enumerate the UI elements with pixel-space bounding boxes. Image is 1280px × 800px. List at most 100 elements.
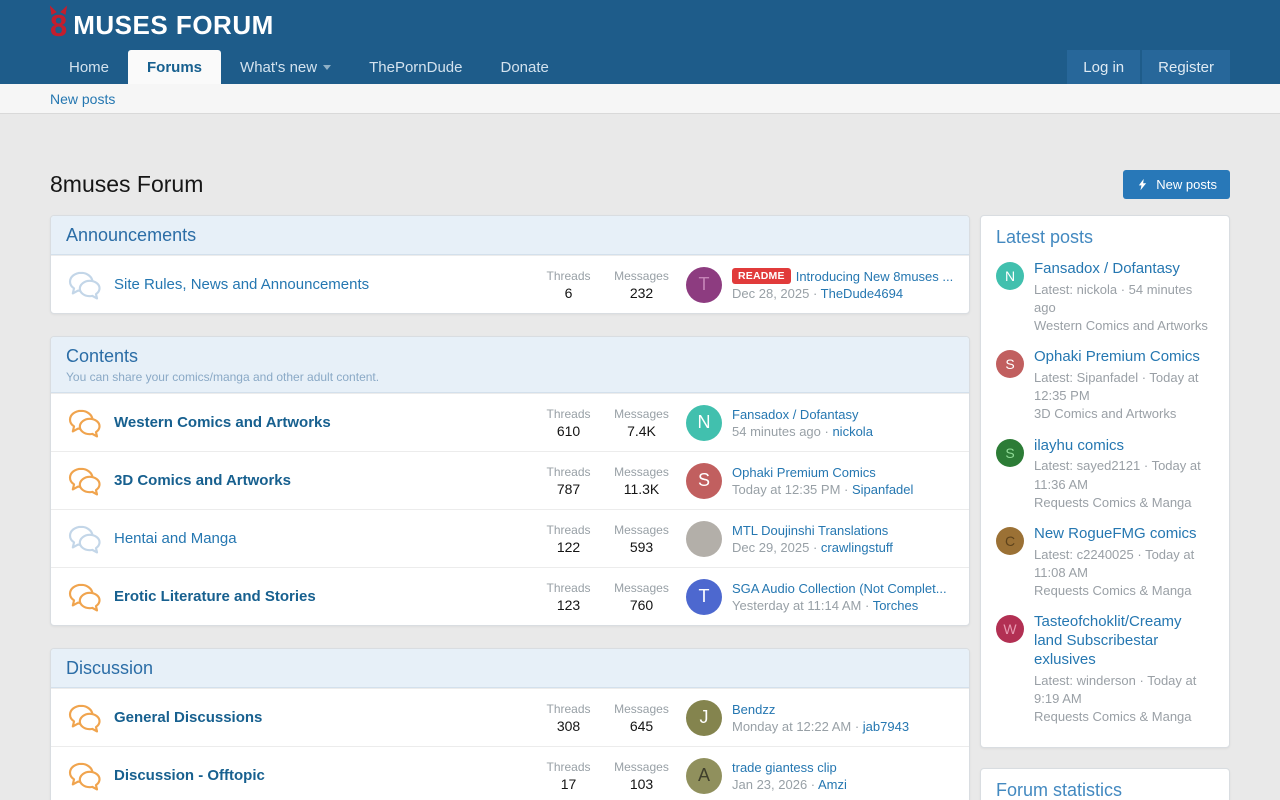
threads-label: Threads [532,269,605,283]
latest-thread-link[interactable]: SGA Audio Collection (Not Complet... [732,581,947,596]
latest-post-link[interactable]: Ophaki Premium Comics [1034,348,1214,367]
avatar[interactable]: S [996,439,1024,467]
latest-thread-link[interactable]: Ophaki Premium Comics [732,465,876,480]
forum-link[interactable]: 3D Comics and Artworks [114,472,291,489]
threads-count: 787 [532,481,605,497]
forum-statistics-title: Forum statistics [996,780,1214,800]
chat-bubbles-icon [66,408,106,438]
subnav-new-posts[interactable]: New posts [50,91,115,107]
forum-link[interactable]: General Discussions [114,709,262,726]
latest-post-link[interactable]: Tasteofchoklit/Creamy land Subscribestar… [1034,613,1214,669]
latest-post-meta: Latest: nickola · 54 minutes ago [1034,281,1214,317]
chat-bubbles-icon [66,524,106,554]
threads-label: Threads [532,523,605,537]
avatar[interactable]: J [686,700,722,736]
threads-count: 17 [532,776,605,792]
nav-whats-new-label: What's new [240,59,317,76]
forum-row: Hentai and Manga Threads122 Messages593 … [51,509,969,567]
latest-post-link[interactable]: Fansadox / Dofantasy [1034,260,1214,279]
messages-count: 7.4K [605,423,678,439]
messages-count: 760 [605,597,678,613]
latest-user-link[interactable]: crawlingstuff [821,540,893,555]
register-button[interactable]: Register [1142,50,1230,84]
chat-bubbles-icon [66,761,106,791]
nav-theporndude[interactable]: ThePornDude [350,50,481,84]
avatar[interactable]: T [686,267,722,303]
forum-row: Site Rules, News and Announcements Threa… [51,255,969,313]
logo-text: MUSES FORUM [73,10,274,41]
page-title: 8muses Forum [50,171,203,198]
latest-user-link[interactable]: Torches [873,598,919,613]
threads-count: 6 [532,285,605,301]
nav-whats-new[interactable]: What's new [221,50,350,84]
latest-thread-link[interactable]: Introducing New 8muses ... [796,269,954,284]
avatar[interactable]: T [686,579,722,615]
messages-label: Messages [605,523,678,537]
avatar[interactable]: N [686,405,722,441]
latest-post-meta: Latest: c2240025 · Today at 11:08 AM [1034,546,1214,582]
latest-post-item: S Ophaki Premium Comics Latest: Sipanfad… [996,348,1214,423]
latest-post-forum: Requests Comics & Manga [1034,494,1214,512]
avatar[interactable]: S [686,463,722,499]
avatar[interactable]: W [996,615,1024,643]
threads-label: Threads [532,760,605,774]
latest-posts-title: Latest posts [996,227,1214,248]
messages-label: Messages [605,465,678,479]
main-nav: Home Forums What's new ThePornDude Donat… [0,50,1280,84]
latest-posts-widget: Latest posts N Fansadox / Dofantasy Late… [980,215,1230,748]
new-posts-button-label: New posts [1156,177,1217,192]
latest-user-link[interactable]: Sipanfadel [852,482,913,497]
nav-donate[interactable]: Donate [482,50,568,84]
new-posts-button[interactable]: New posts [1123,170,1230,199]
latest-user-link[interactable]: TheDude4694 [821,286,903,301]
avatar[interactable]: S [996,350,1024,378]
latest-post-meta: Latest: winderson · Today at 9:19 AM [1034,672,1214,708]
category-title[interactable]: Discussion [66,658,153,678]
forum-link[interactable]: Erotic Literature and Stories [114,588,316,605]
forum-link[interactable]: Site Rules, News and Announcements [114,276,369,293]
threads-count: 610 [532,423,605,439]
chat-bubbles-icon [66,466,106,496]
forum-link[interactable]: Discussion - Offtopic [114,767,265,784]
category-title[interactable]: Contents [66,346,138,366]
latest-thread-link[interactable]: Bendzz [732,702,775,717]
messages-label: Messages [605,407,678,421]
latest-post-link[interactable]: ilayhu comics [1034,437,1214,456]
latest-user-link[interactable]: nickola [832,424,872,439]
latest-date: Jan 23, 2026 · [732,777,818,792]
chat-bubbles-icon [66,270,106,300]
messages-count: 232 [605,285,678,301]
latest-thread-link[interactable]: MTL Doujinshi Translations [732,523,888,538]
latest-date: Today at 12:35 PM · [732,482,852,497]
category-title[interactable]: Announcements [66,225,196,245]
nav-forums[interactable]: Forums [128,50,221,84]
forum-stats: Threads610 Messages7.4K [532,407,678,439]
avatar[interactable]: A [686,758,722,794]
category-subtitle: You can share your comics/manga and othe… [66,370,954,384]
lightning-bolt-icon [1136,178,1149,191]
latest-post-forum: Requests Comics & Manga [1034,708,1214,726]
forum-stats: Threads6 Messages232 [532,269,678,301]
latest-post-link[interactable]: New RogueFMG comics [1034,525,1214,544]
chat-bubbles-icon [66,582,106,612]
login-button[interactable]: Log in [1067,50,1140,84]
messages-count: 593 [605,539,678,555]
latest-post-item: S ilayhu comics Latest: sayed2121 · Toda… [996,437,1214,512]
avatar[interactable]: C [996,527,1024,555]
site-logo[interactable]: 8 MUSES FORUM [50,10,274,41]
latest-thread-link[interactable]: trade giantess clip [732,760,837,775]
latest-post-item: W Tasteofchoklit/Creamy land Subscribest… [996,613,1214,726]
forum-stats: Threads123 Messages760 [532,581,678,613]
avatar[interactable]: N [996,262,1024,290]
latest-user-link[interactable]: Amzi [818,777,847,792]
latest-user-link[interactable]: jab7943 [863,719,909,734]
avatar[interactable] [686,521,722,557]
latest-date: 54 minutes ago · [732,424,832,439]
nav-home[interactable]: Home [50,50,128,84]
forum-link[interactable]: Western Comics and Artworks [114,414,331,431]
forum-stats: Threads17 Messages103 [532,760,678,792]
latest-date: Monday at 12:22 AM · [732,719,863,734]
forum-link[interactable]: Hentai and Manga [114,530,237,547]
latest-thread-link[interactable]: Fansadox / Dofantasy [732,407,858,422]
readme-badge: README [732,268,791,284]
